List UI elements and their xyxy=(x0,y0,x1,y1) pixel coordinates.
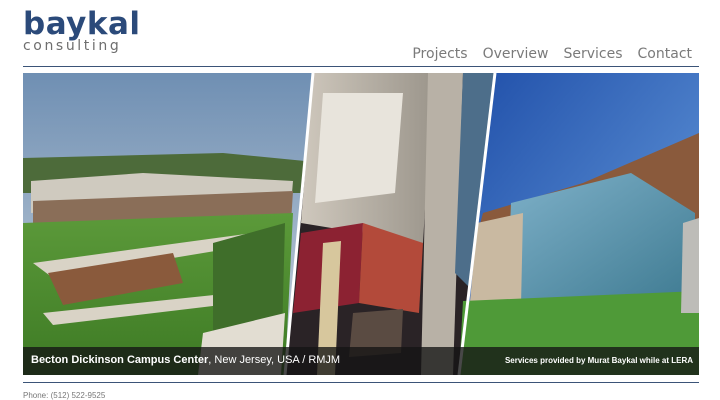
project-caption: Becton Dickinson Campus Center, New Jers… xyxy=(31,354,340,366)
nav-services[interactable]: Services xyxy=(563,46,622,62)
footer-phone: Phone: (512) 522-9525 xyxy=(23,391,106,400)
project-location: , New Jersey, USA / RMJM xyxy=(208,354,341,366)
photo-campus xyxy=(23,73,313,375)
credit-note: Services provided by Murat Baykal while … xyxy=(504,356,693,365)
hero-slideshow[interactable]: Becton Dickinson Campus Center, New Jers… xyxy=(23,73,699,375)
header-divider xyxy=(23,66,699,67)
logo-wordmark: baykal xyxy=(23,6,141,42)
caption-bar: Becton Dickinson Campus Center, New Jers… xyxy=(23,347,699,375)
nav-projects[interactable]: Projects xyxy=(412,46,467,62)
project-name: Becton Dickinson Campus Center xyxy=(31,354,209,366)
hero-photo-collage xyxy=(23,73,699,375)
nav-contact[interactable]: Contact xyxy=(638,46,692,62)
photo-facade xyxy=(459,73,699,375)
nav-overview[interactable]: Overview xyxy=(483,46,549,62)
logo[interactable]: baykal consulting xyxy=(23,8,141,54)
footer-divider xyxy=(23,382,699,383)
main-nav: Projects Overview Services Contact xyxy=(412,46,692,62)
